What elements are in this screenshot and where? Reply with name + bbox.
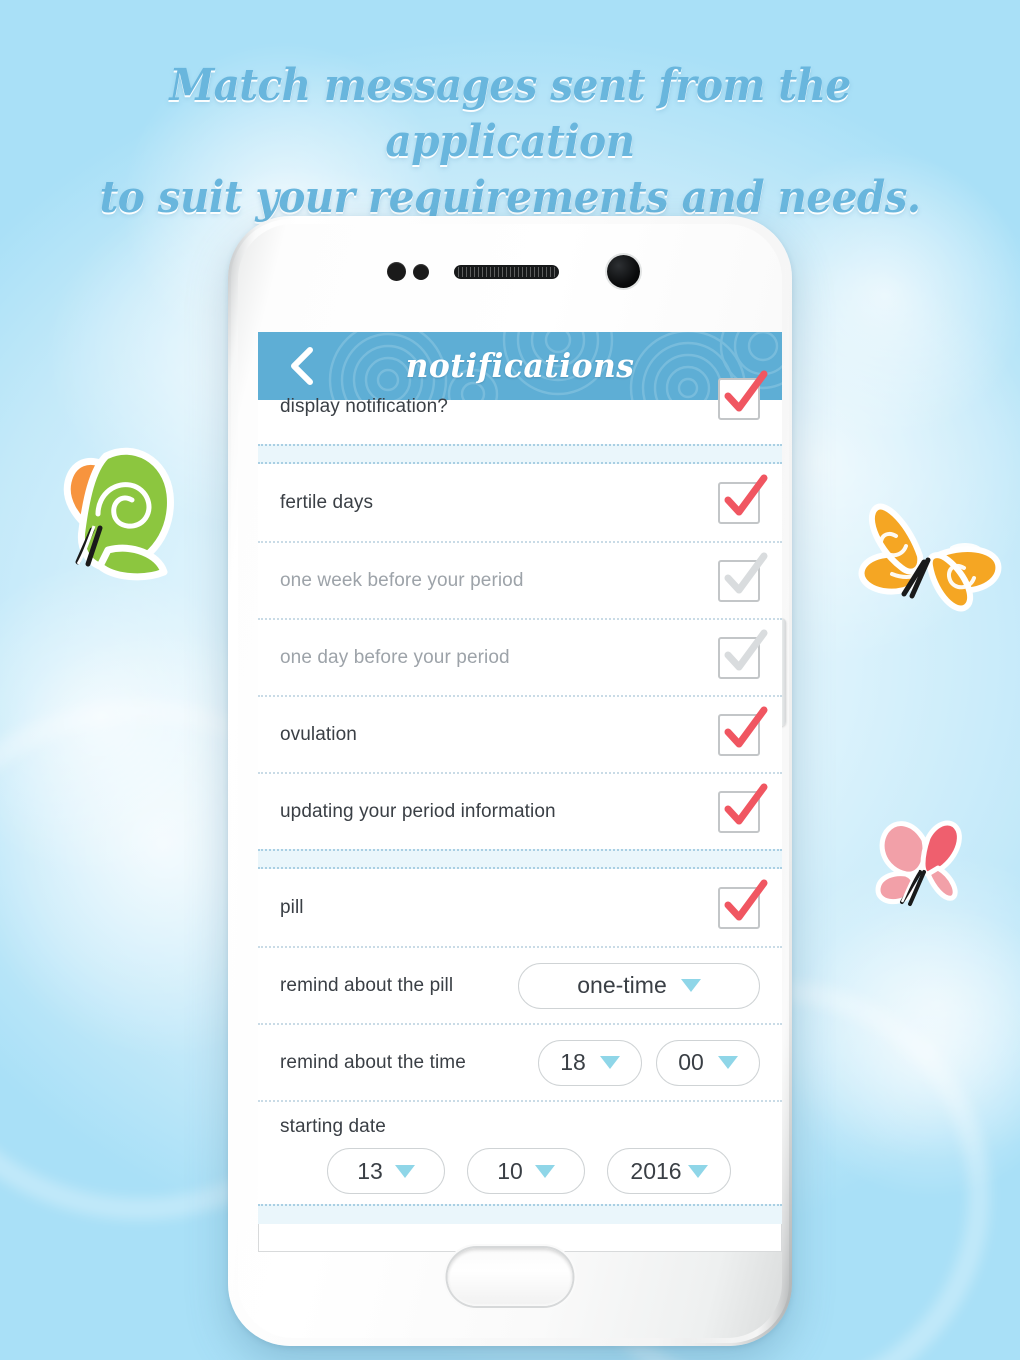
phone-device: notifications display notification? fert…	[228, 216, 792, 1346]
dropdown-value: 00	[678, 1049, 704, 1075]
checkbox-one-week-before-period[interactable]	[718, 552, 768, 602]
row-label: one week before your period	[280, 569, 524, 591]
row-pill[interactable]: pill	[258, 869, 782, 946]
light-sensor-icon	[413, 264, 429, 280]
app-title: notifications	[405, 346, 635, 385]
row-label: ovulation	[280, 723, 357, 745]
dropdown-value: 10	[497, 1157, 523, 1184]
group-separator	[258, 849, 782, 869]
row-ovulation[interactable]: ovulation	[258, 695, 782, 772]
chevron-down-icon	[680, 979, 701, 992]
dropdown-remind-pill-frequency[interactable]: one-time	[518, 962, 760, 1009]
check-icon	[724, 474, 768, 515]
check-icon	[724, 879, 768, 920]
chevron-down-icon	[534, 1164, 555, 1178]
row-starting-date: starting date 13 10 2016	[258, 1100, 782, 1204]
headline-line-1: Match messages sent from the application	[169, 60, 851, 167]
row-one-week-before-period[interactable]: one week before your period	[258, 541, 782, 618]
phone-screen: notifications display notification? fert…	[258, 332, 782, 1252]
dropdown-start-day[interactable]: 13	[327, 1148, 445, 1194]
dropdown-start-year[interactable]: 2016	[607, 1148, 731, 1194]
home-button[interactable]	[447, 1248, 573, 1306]
row-label: one day before your period	[280, 646, 510, 668]
dropdown-value: one-time	[577, 972, 667, 998]
front-camera-icon	[607, 255, 640, 288]
butterfly-orange-icon	[856, 486, 1002, 612]
row-remind-about-pill: remind about the pill one-time	[258, 946, 782, 1023]
group-separator	[258, 444, 782, 464]
chevron-down-icon	[687, 1164, 708, 1178]
row-remind-about-time: remind about the time 18 00	[258, 1023, 782, 1100]
row-updating-period-information[interactable]: updating your period information	[258, 772, 782, 849]
row-fertile-days[interactable]: fertile days	[258, 464, 782, 541]
row-display-notification[interactable]: display notification?	[258, 370, 782, 444]
dropdown-value: 2016	[630, 1157, 682, 1184]
chevron-down-icon	[599, 1056, 620, 1069]
chevron-down-icon	[717, 1056, 738, 1069]
row-label: remind about the pill	[280, 974, 454, 996]
row-label: remind about the time	[280, 1051, 466, 1073]
dropdown-start-month[interactable]: 10	[467, 1148, 585, 1194]
checkbox-fertile-days[interactable]	[718, 474, 768, 524]
earpiece-speaker	[454, 265, 559, 279]
check-icon	[724, 629, 768, 670]
row-label: updating your period information	[280, 800, 556, 822]
checkbox-one-day-before-period[interactable]	[718, 629, 768, 679]
dropdown-value: 18	[560, 1049, 586, 1075]
checkbox-pill[interactable]	[718, 879, 768, 929]
butterfly-green-icon	[48, 438, 188, 593]
page-title: Match messages sent from the application…	[41, 58, 979, 226]
row-label: fertile days	[280, 491, 374, 513]
checkbox-ovulation[interactable]	[718, 706, 768, 756]
dropdown-remind-minute[interactable]: 00	[656, 1039, 760, 1086]
dropdown-value: 13	[357, 1157, 383, 1184]
app-header: notifications	[258, 332, 782, 400]
check-icon	[724, 706, 768, 747]
check-icon	[724, 783, 768, 824]
butterfly-pink-icon	[872, 816, 984, 918]
dropdown-remind-hour[interactable]: 18	[538, 1039, 642, 1086]
check-icon	[724, 552, 768, 593]
row-label: starting date	[280, 1116, 386, 1137]
proximity-sensor-icon	[387, 262, 406, 281]
chevron-down-icon	[394, 1164, 415, 1178]
notification-settings-list: display notification? fertile days one w…	[258, 370, 782, 1224]
phone-body: notifications display notification? fert…	[238, 224, 786, 1338]
row-one-day-before-period[interactable]: one day before your period	[258, 618, 782, 695]
checkbox-updating-period-information[interactable]	[718, 783, 768, 833]
row-label: pill	[280, 896, 304, 918]
list-bottom-separator	[258, 1204, 782, 1224]
